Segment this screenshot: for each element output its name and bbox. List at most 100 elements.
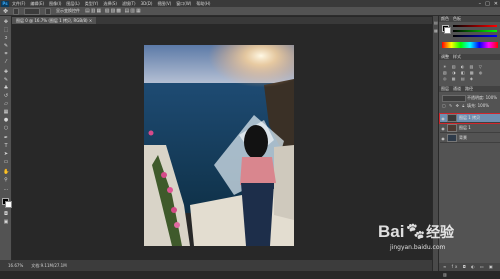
auto-select-dropdown[interactable]: [24, 7, 41, 15]
move-tool-icon[interactable]: ✥: [3, 20, 9, 25]
quick-mask-icon[interactable]: ◘: [3, 212, 9, 217]
layer-row[interactable]: ◉ 图层 1: [440, 124, 500, 133]
lock-icons[interactable]: ▢ ✎ ✥ 🔒︎: [442, 103, 465, 108]
transform-controls-checkbox[interactable]: [45, 7, 52, 15]
baidu-watermark: Bai🐾︎经验 jingyan.baidu.com: [378, 222, 478, 262]
mask-icon[interactable]: ◘: [463, 264, 468, 269]
flower: [148, 130, 154, 136]
document-tab[interactable]: 图层 0 @ 16.7% (图层 1 拷贝, RGB/8) ×: [12, 17, 97, 24]
delete-layer-icon[interactable]: ▥: [443, 272, 449, 277]
marquee-tool-icon[interactable]: ⬚: [3, 28, 9, 33]
hair: [244, 125, 268, 159]
menu-view[interactable]: 视图(V): [157, 1, 171, 7]
red-slider[interactable]: [453, 25, 497, 27]
tab-channels[interactable]: 通道: [453, 86, 461, 92]
link-layers-icon[interactable]: ∞: [443, 264, 448, 269]
tab-styles[interactable]: 样式: [453, 54, 461, 60]
menu-type[interactable]: 类型(Y): [85, 1, 99, 7]
tab-swatches[interactable]: 色板: [453, 16, 461, 22]
adjustments-panel-tabs: 调整 样式: [439, 54, 500, 60]
document-tab-bar: 图层 0 @ 16.7% (图层 1 拷贝, RGB/8) ×: [12, 17, 432, 24]
lasso-tool-icon[interactable]: ↄ: [3, 36, 9, 41]
blue-slider[interactable]: [453, 35, 497, 37]
menu-filter[interactable]: 滤镜(T): [122, 1, 136, 7]
menu-edit[interactable]: 编辑(E): [30, 1, 44, 7]
eraser-tool-icon[interactable]: ▱: [3, 102, 9, 107]
blur-tool-icon[interactable]: ●: [3, 118, 9, 123]
layer-row[interactable]: ◉ 背景: [440, 134, 500, 143]
minimize-button[interactable]: –: [479, 1, 482, 7]
eyedropper-tool-icon[interactable]: ⁄: [3, 60, 9, 65]
layers-panel-tabs: 图层 通道 路径: [439, 86, 500, 92]
transform-controls-label: 显示变换控件: [56, 8, 81, 13]
menu-select[interactable]: 选择(S): [103, 1, 117, 7]
zoom-tool-icon[interactable]: ⚲: [3, 178, 9, 183]
blend-mode-select[interactable]: [442, 95, 466, 102]
opacity-row: 不透明度: 100%: [467, 95, 497, 101]
menu-file[interactable]: 文件(F): [12, 1, 25, 7]
layer-thumbnail: [447, 134, 457, 142]
flower: [167, 187, 173, 193]
shape-tool-icon[interactable]: ▭: [3, 160, 9, 165]
auto-select-checkbox[interactable]: [13, 7, 20, 15]
dodge-tool-icon[interactable]: ○: [3, 126, 9, 131]
menu-help[interactable]: 帮助(H): [196, 1, 210, 7]
visibility-eye-icon[interactable]: ◉: [441, 126, 445, 131]
tab-layers[interactable]: 图层: [441, 86, 449, 92]
align-icons[interactable]: ▤▥▦ ▧▨▩ ▤▥▦: [85, 8, 142, 14]
type-tool-icon[interactable]: T: [3, 144, 9, 149]
history-brush-tool-icon[interactable]: ↺: [3, 94, 9, 99]
green-slider[interactable]: [453, 30, 497, 32]
document-info: 文档:9.11M/27.1M: [31, 262, 67, 268]
adjustment-icons[interactable]: ☀ ▥ ◐ ▨ ▽ ▧ ◑ ◧ ▩ ◍ ◎ ▦ ▤ ◈: [443, 64, 497, 82]
clone-stamp-tool-icon[interactable]: ♣: [3, 86, 9, 91]
opacity-label: 不透明度:: [467, 95, 485, 100]
top: [240, 157, 276, 185]
fx-icon[interactable]: fx: [452, 264, 460, 269]
tab-color[interactable]: 颜色: [441, 16, 449, 22]
maximize-button[interactable]: □: [485, 1, 490, 7]
bg-color-chip[interactable]: [444, 27, 451, 34]
opacity-value[interactable]: 100%: [486, 95, 497, 100]
photo-svg: [144, 45, 294, 246]
gradient-tool-icon[interactable]: ▦: [3, 110, 9, 115]
tab-adjustments[interactable]: 调整: [441, 54, 449, 60]
new-layer-icon[interactable]: ▣: [489, 264, 495, 269]
document-image[interactable]: [144, 45, 294, 246]
photoshop-logo: Ps: [1, 0, 9, 7]
flower: [174, 222, 180, 228]
tools-panel: ✥ ⬚ ↄ ✎ ⌗ ⁄ ✚ ✎ ♣ ↺ ▱ ▦ ● ○ ✒ T ➤ ▭ ✋ ⚲ …: [0, 16, 12, 260]
fill-value[interactable]: 100%: [478, 103, 489, 108]
zoom-level[interactable]: 16.67%: [8, 263, 23, 268]
quick-select-tool-icon[interactable]: ✎: [3, 44, 9, 49]
layer-actions-bar: ∞ fx ◘ ◐ ▭ ▣ ▥: [439, 263, 500, 277]
status-bar: 16.67% 文档:9.11M/27.1M: [0, 260, 432, 271]
visibility-eye-icon[interactable]: ◉: [441, 136, 445, 141]
color-spectrum[interactable]: [442, 42, 498, 48]
tab-paths[interactable]: 路径: [465, 86, 473, 92]
adjustment-layer-icon[interactable]: ◐: [471, 264, 477, 269]
hand-tool-icon[interactable]: ✋: [3, 170, 9, 175]
menu-3d[interactable]: 3D(D): [141, 1, 153, 6]
pen-tool-icon[interactable]: ✒: [3, 136, 9, 141]
layer-name: 图层 1: [459, 125, 471, 130]
menu-bar: Ps 文件(F) 编辑(E) 图像(I) 图层(L) 类型(Y) 选择(S) 滤…: [0, 0, 500, 7]
healing-brush-tool-icon[interactable]: ✚: [3, 70, 9, 75]
flower: [171, 207, 177, 213]
screen-mode-icon[interactable]: ▣: [3, 220, 9, 225]
extra-tools-icon[interactable]: ⋯: [3, 188, 9, 193]
flower: [161, 172, 167, 178]
watermark-url: jingyan.baidu.com: [390, 244, 446, 251]
menu-window[interactable]: 窗口(W): [176, 1, 191, 7]
path-select-tool-icon[interactable]: ➤: [3, 152, 9, 157]
selected-layer-highlight: [439, 113, 500, 124]
crop-tool-icon[interactable]: ⌗: [3, 52, 9, 57]
background-color-swatch[interactable]: [5, 201, 12, 208]
menu-layer[interactable]: 图层(L): [66, 1, 79, 7]
move-tool-icon[interactable]: ✥: [3, 8, 8, 15]
menu-image[interactable]: 图像(I): [49, 1, 61, 7]
group-icon[interactable]: ▭: [480, 264, 486, 269]
close-button[interactable]: ✕: [494, 1, 498, 7]
layer-name: 背景: [459, 135, 467, 140]
brush-tool-icon[interactable]: ✎: [3, 78, 9, 83]
